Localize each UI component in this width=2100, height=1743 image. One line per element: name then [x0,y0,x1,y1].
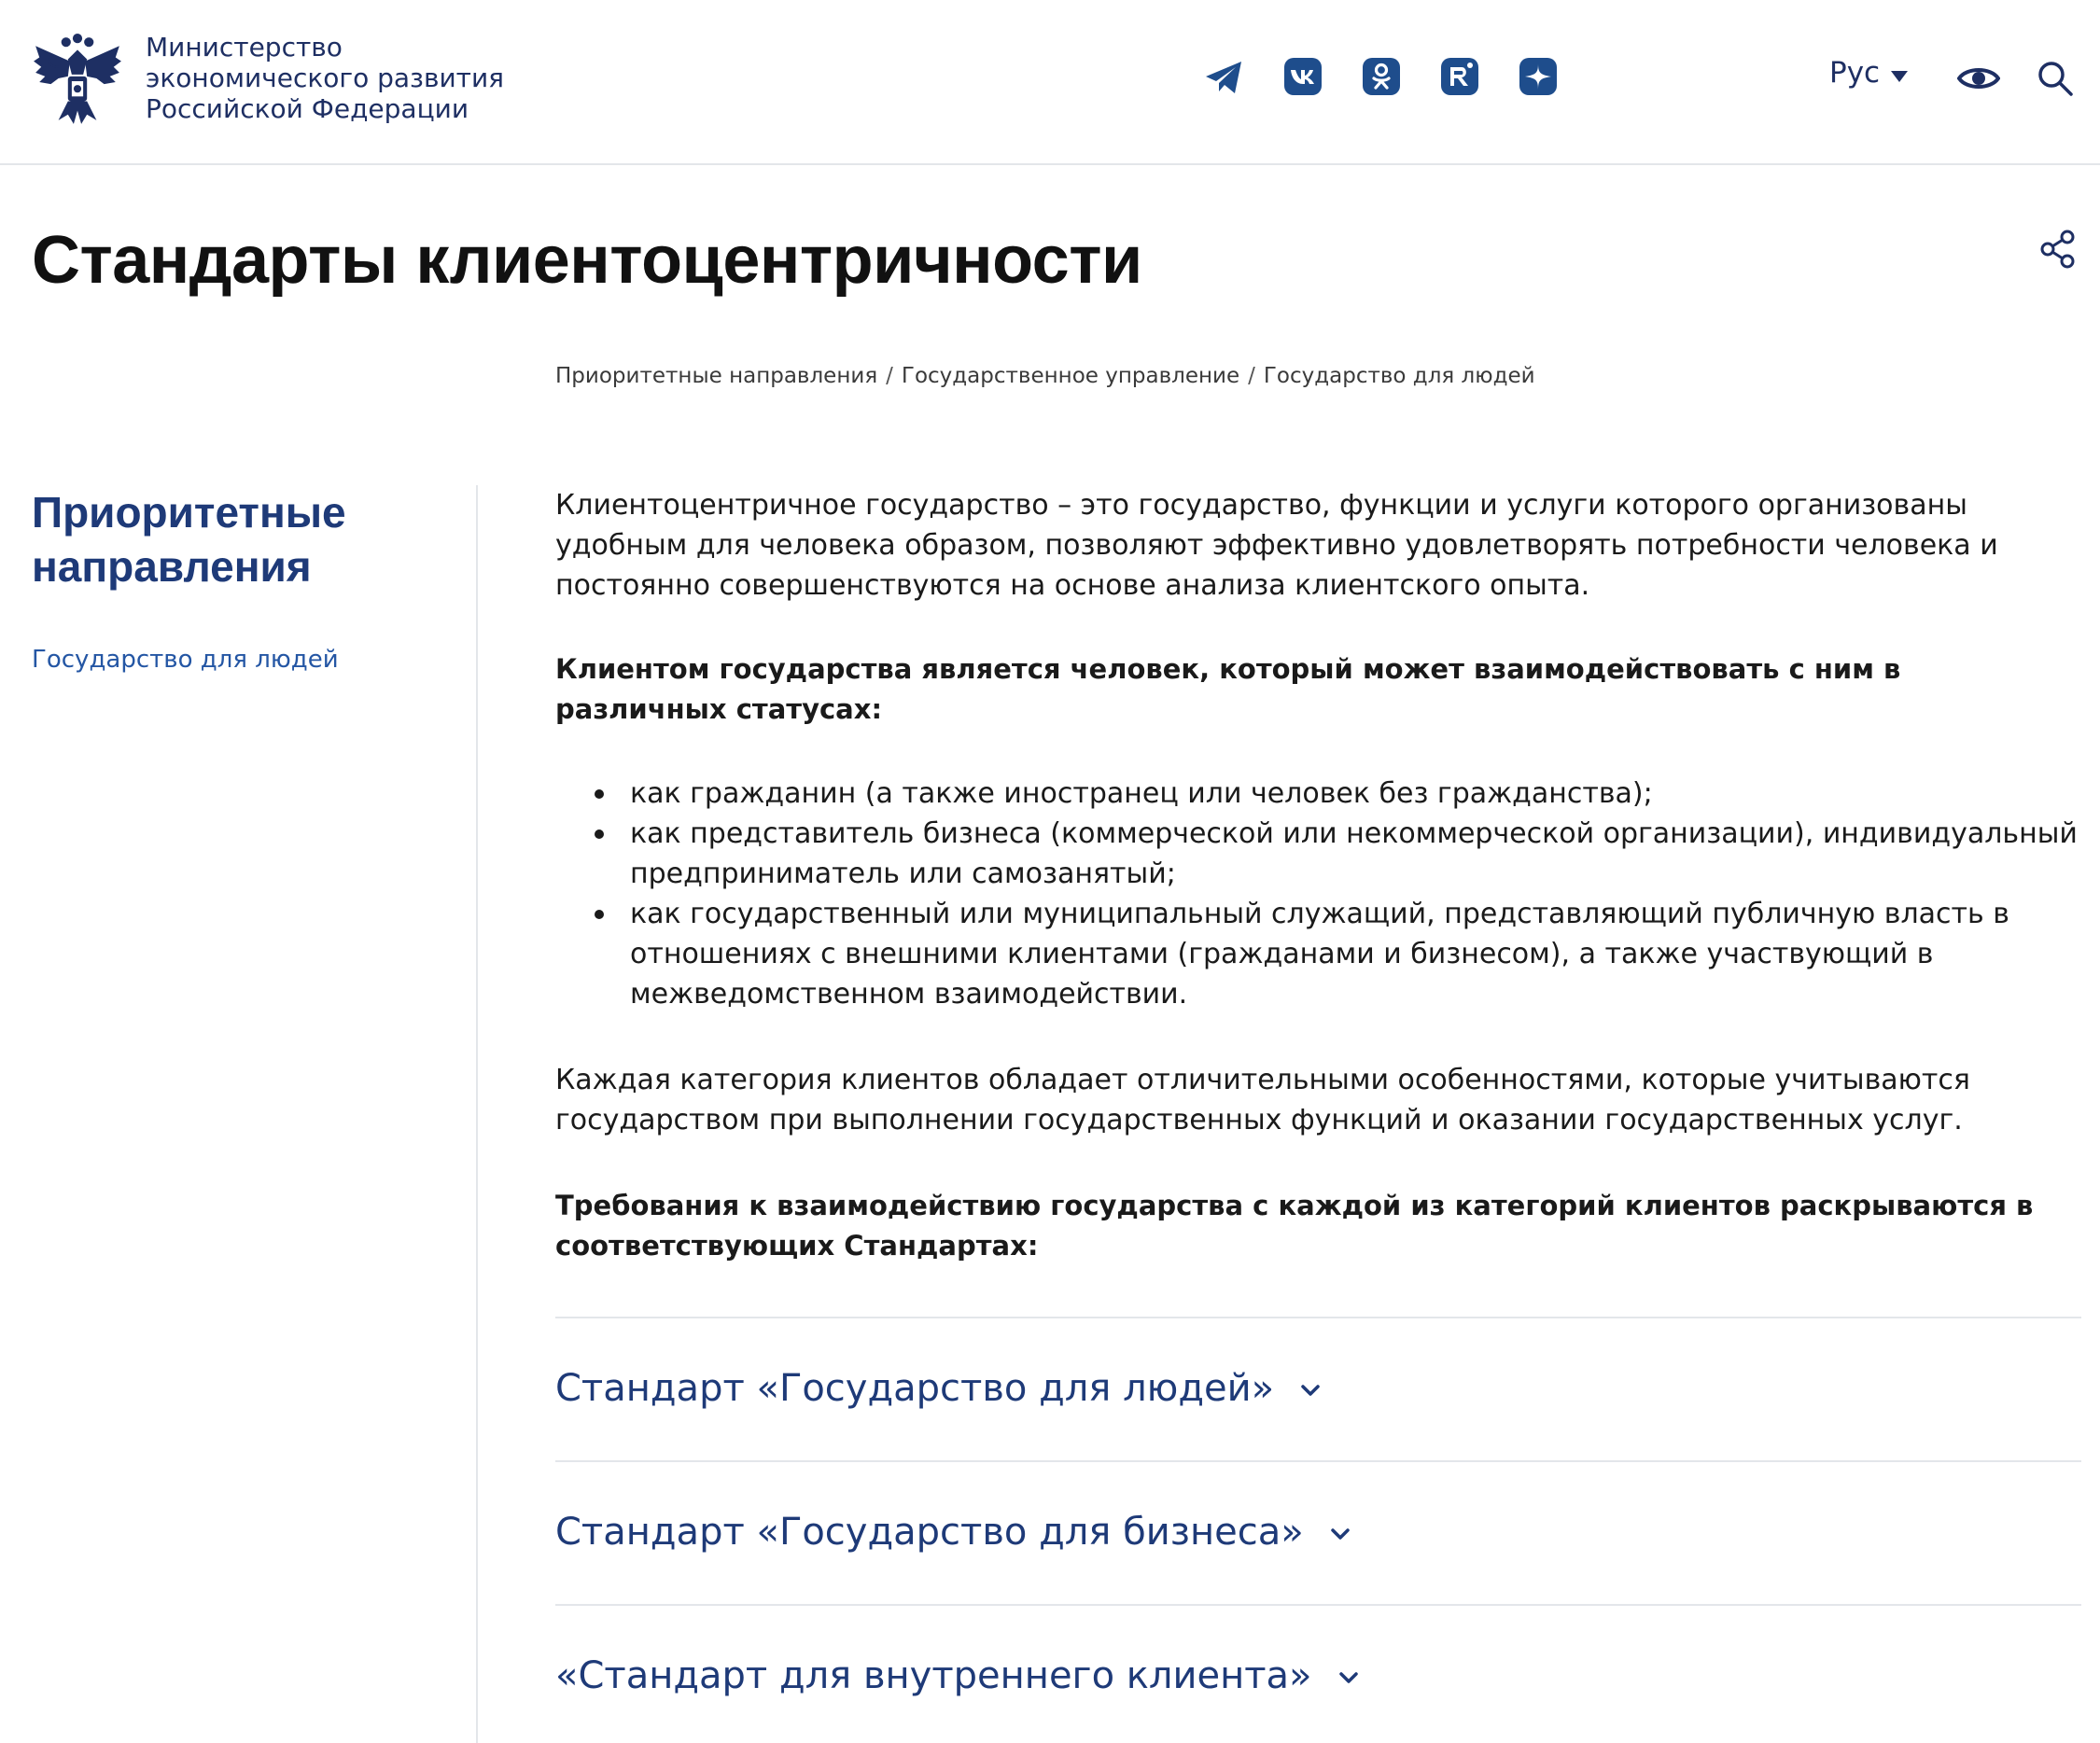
list-item: как государственный или муниципальный сл… [583,894,2081,1014]
accordion-item-people[interactable]: Стандарт «Государство для людей» [555,1317,2081,1460]
accordion-item-internal-client[interactable]: «Стандарт для внутреннего клиента» [555,1604,2081,1743]
sidebar-title[interactable]: Приоритетные направления [32,485,442,593]
list-item: как гражданин (а также иностранец или че… [583,774,2081,814]
breadcrumb-item-priority-areas[interactable]: Приоритетные направления [555,364,877,388]
search-icon[interactable] [2037,60,2074,97]
vk-icon[interactable] [1282,56,1323,97]
sidebar-item-state-for-people[interactable]: Государство для людей [32,646,442,674]
odnoklassniki-icon[interactable] [1361,56,1402,97]
accordion-title: Стандарт «Государство для людей» [555,1367,1275,1410]
client-heading: Клиентом государства является человек, к… [555,653,1901,725]
rutube-icon[interactable] [1439,56,1480,97]
breadcrumb-separator: / [886,364,893,388]
accordion-item-business[interactable]: Стандарт «Государство для бизнеса» [555,1460,2081,1604]
breadcrumb-separator: / [1248,364,1255,388]
accordion-title: Стандарт «Государство для бизнеса» [555,1511,1304,1554]
requirements-heading: Требования к взаимодействию государства … [555,1190,2034,1262]
ministry-name[interactable]: Министерство экономического развития Рос… [146,32,519,124]
coat-of-arms-logo[interactable] [30,32,125,129]
accordion-label-wrap: Стандарт «Государство для бизнеса» [555,1511,1351,1554]
accessibility-eye-icon[interactable] [1957,63,2000,93]
intro-paragraph: Клиентоцентричное государство – это госу… [555,489,1998,602]
accordion-title: «Стандарт для внутреннего клиента» [555,1654,1312,1697]
sidebar-divider [476,485,478,1743]
client-status-list: как гражданин (а также иностранец или че… [583,774,2081,1014]
accordion-label-wrap: Стандарт «Государство для людей» [555,1367,1321,1410]
chevron-down-icon[interactable] [1891,71,1908,82]
telegram-icon[interactable] [1204,56,1245,97]
sidebar: Приоритетные направления Государство для… [32,485,442,674]
chevron-down-icon[interactable] [1300,1384,1321,1397]
breadcrumb-item-public-administration[interactable]: Государственное управление [902,364,1239,388]
dzen-icon[interactable] [1518,56,1559,97]
language-selector[interactable]: Рус [1829,56,1880,90]
share-icon[interactable] [2040,230,2076,269]
ministry-name-line-3: Российской Федерации [146,93,469,124]
categories-paragraph: Каждая категория клиентов обладает отлич… [555,1064,1970,1136]
site-header: Министерство экономического развития Рос… [0,0,2100,165]
page-title: Стандарты клиентоцентричности [32,223,1142,298]
main-content: Клиентоцентричное государство – это госу… [555,485,2081,1266]
chevron-down-icon[interactable] [1330,1527,1351,1541]
accordion-label-wrap: «Стандарт для внутреннего клиента» [555,1654,1359,1697]
ministry-name-line-2: экономического развития [146,63,504,93]
breadcrumb-item-state-for-people[interactable]: Государство для людей [1264,364,1535,388]
standards-accordion: Стандарт «Государство для людей» Стандар… [555,1317,2081,1743]
ministry-name-line-1: Министерство [146,32,343,63]
list-item: как представитель бизнеса (коммерческой … [583,814,2081,894]
chevron-down-icon[interactable] [1338,1671,1359,1684]
breadcrumb: Приоритетные направления / Государственное… [555,364,1535,388]
